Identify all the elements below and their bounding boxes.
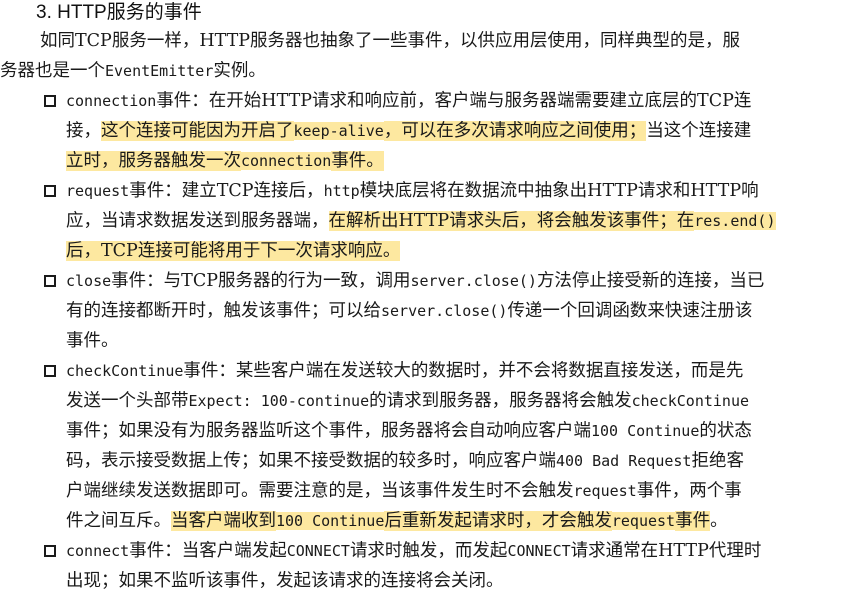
text-run: 请求时触发，而发起 [349,541,508,561]
event-item-line: connect事件：当客户端发起CONNECT请求时触发，而发起CONNECT请… [66,536,761,566]
event-item-line: close事件：与TCP服务器的行为一致，调用server.close()方法停… [66,266,764,296]
text-run: 方法停止接受新的连接，当已 [536,271,765,291]
event-item-line: checkContinue事件：某些客户端在发送较大的数据时，并不会将数据直接发… [66,356,743,386]
highlighted-text: 这个连接可能因为开启了 [101,121,294,141]
inline-code: EventEmitter [105,62,214,80]
inline-code: CONNECT [286,542,350,560]
inline-code: connection [241,152,332,170]
event-item-line: 事件；如果没有为服务器监听这个事件，服务器将会自动响应客户端100 Contin… [66,416,752,446]
event-item-line: 事件。 [66,326,119,356]
intro-line-2: 务器也是一个EventEmitter实例。 [0,56,266,86]
text-run: 事件。 [66,331,119,351]
event-item-line: 有的连接都断开时，触发该事件；可以给server.close()传递一个回调函数… [66,296,752,326]
text-run: 有的连接都断开时，触发该事件；可以给 [66,301,381,321]
inline-code: keep-alive [293,122,384,140]
checkbox-bullet-icon [44,185,56,197]
text-run: 。 [710,511,728,531]
inline-code: http [323,182,360,200]
inline-code: 100 Continue [591,422,700,440]
event-item-line: 接，这个连接可能因为开启了keep-alive，可以在多次请求响应之间使用；当这… [66,116,751,146]
text-run: 事件，两个事 [636,481,742,501]
event-item-line: 发送一个头部带Expect: 100-continue的请求到服务器，服务器将会… [66,386,749,416]
highlighted-text: ，可以在多次请求响应之间使用； [383,121,647,141]
text-run: 件之间互斥。 [66,511,171,531]
inline-code: 100 Continue [276,512,385,530]
text-run: 模块底层将在数据流中抽象出HTTP请求和HTTP响 [359,181,759,201]
inline-code: request [573,482,637,500]
text-run: 事件：与TCP服务器的行为一致，调用 [111,271,411,291]
inline-code: server.close() [381,302,508,320]
event-item-line: 户端继续发送数据即可。需要注意的是，当该事件发生时不会触发request事件，两… [66,476,742,506]
event-item-line: 后，TCP连接可能将用于下一次请求响应。 [66,236,401,266]
checkbox-bullet-icon [44,275,56,287]
highlighted-text: 事件。 [331,151,384,171]
intro-text: 实例。 [213,61,266,81]
text-run: 发送一个头部带 [66,391,189,411]
inline-code: res.end() [694,212,776,230]
inline-code: close [66,272,112,290]
text-run: 事件；如果没有为服务器监听这个事件，服务器将会自动响应客户端 [66,421,591,441]
text-run: 传递一个回调函数来快速注册该 [507,301,753,321]
event-item-line: 码，表示接受数据上传；如果不接受数据的较多时，响应客户端400 Bad Requ… [66,446,744,476]
text-run: 出现；如果不监听该事件，发起该请求的连接将会关闭。 [66,571,504,591]
text-run: 码，表示接受数据上传；如果不接受数据的较多时，响应客户端 [66,451,556,471]
text-run: 请求通常在HTTP代理时 [570,541,762,561]
section-heading: 3. HTTP服务的事件 [36,2,202,23]
checkbox-bullet-icon [44,365,56,377]
text-run: 应，当请求数据发送到服务器端， [66,211,329,231]
highlighted-text: 当客户端收到 [171,511,276,531]
text-run: 拒绝客 [691,451,744,471]
text-run: 事件：当客户端发起 [129,541,287,561]
checkbox-bullet-icon [44,545,56,557]
inline-code: request [611,512,676,530]
highlighted-text: 后，TCP连接可能将用于下一次请求响应。 [66,241,401,261]
highlighted-text: 立时，服务器触发一次 [66,151,241,171]
inline-code: Expect: 100-continue [188,392,370,410]
event-item-line: connection事件：在开始HTTP请求和响应前，客户端与服务器端需要建立底… [66,86,751,116]
inline-code: CONNECT [507,542,571,560]
intro-line-1: 如同TCP服务一样，HTTP服务器也抽象了一些事件，以供应用层使用，同样典型的是… [40,31,741,51]
event-item-line: 应，当请求数据发送到服务器端，在解析出HTTP请求头后，将会触发该事件；在res… [66,206,776,236]
text-run: 事件：建立TCP连接后， [129,181,324,201]
intro-text: 务器也是一个 [0,61,105,81]
checkbox-bullet-icon [44,95,56,107]
text-run: 的请求到服务器，服务器将会触发 [369,391,632,411]
text-run: 当这个连接建 [646,121,752,141]
inline-code: checkContinue [66,362,184,380]
inline-code: checkContinue [631,392,750,410]
book-page: 3. HTTP服务的事件 如同TCP服务一样，HTTP服务器也抽象了一些事件，以… [0,0,849,599]
inline-code: server.close() [410,272,537,290]
inline-code: connection [66,92,157,110]
text-run: 户端继续发送数据即可。需要注意的是，当该事件发生时不会触发 [66,481,574,501]
event-item-line: 立时，服务器触发一次connection事件。 [66,146,384,176]
inline-code: 400 Bad Request [556,452,692,470]
event-item-line: request事件：建立TCP连接后，http模块底层将在数据流中抽象出HTTP… [66,176,759,206]
text-run: 事件：在开始HTTP请求和响应前，客户端与服务器端需要建立底层的TCP连 [156,91,752,111]
highlighted-text: 事件 [675,511,711,531]
highlighted-text: 在解析出HTTP请求头后，将会触发该事件；在 [328,211,695,231]
inline-code: request [66,182,130,200]
highlighted-text: 后重新发起请求时，才会触发 [384,511,612,531]
event-item-line: 件之间互斥。当客户端收到100 Continue后重新发起请求时，才会触发req… [66,506,728,536]
text-run: 的状态 [699,421,752,441]
event-item-line: 出现；如果不监听该事件，发起该请求的连接将会关闭。 [66,566,504,596]
inline-code: connect [66,542,130,560]
text-run: 事件：某些客户端在发送较大的数据时，并不会将数据直接发送，而是先 [183,361,744,381]
text-run: 接， [66,121,101,141]
